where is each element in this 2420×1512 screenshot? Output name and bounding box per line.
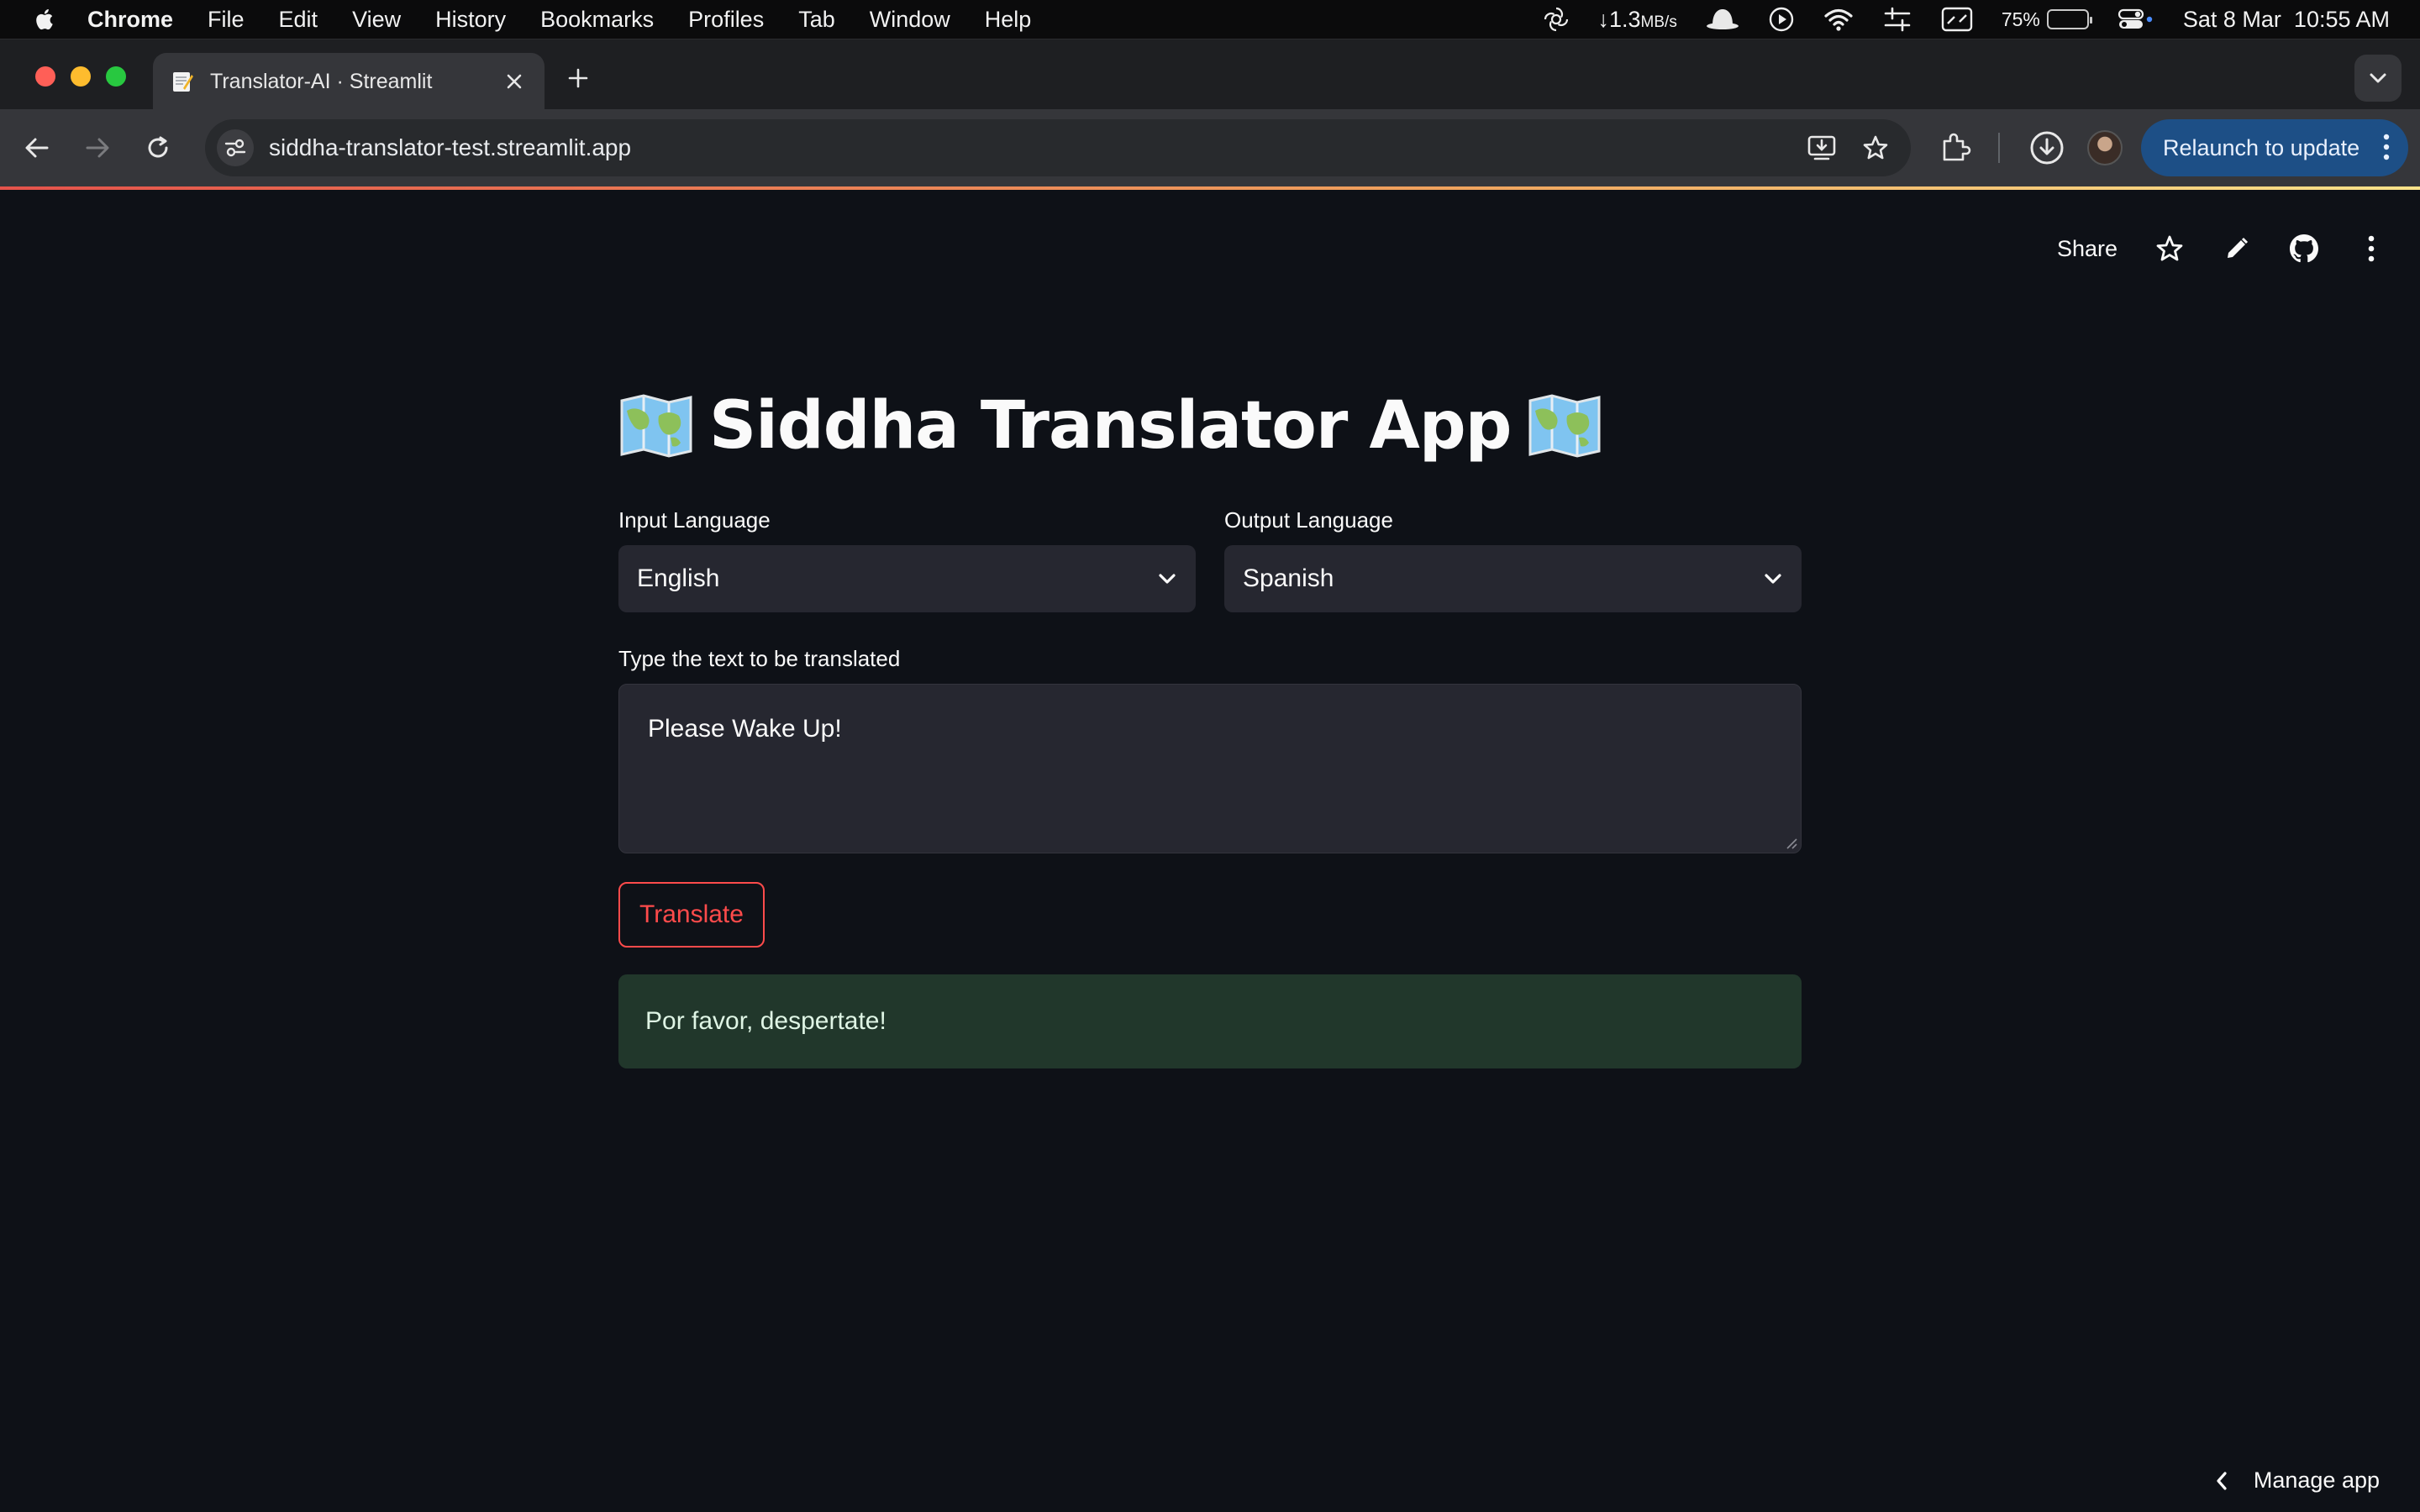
text-input-group: Type the text to be translated Please Wa…: [618, 646, 1802, 853]
edit-pencil-icon[interactable]: [2222, 234, 2252, 264]
wifi-icon[interactable]: [1823, 8, 1854, 31]
battery-icon: [2046, 9, 2092, 29]
manage-app-label: Manage app: [2253, 1467, 2380, 1493]
chevron-down-icon: [1765, 574, 1781, 584]
resize-handle-icon[interactable]: [1784, 836, 1797, 849]
world-map-icon: [1528, 394, 1600, 458]
browser-tab-strip: Translator-AI · Streamlit: [0, 39, 2420, 110]
network-speed: ↓1.3MB/s: [1598, 7, 1677, 33]
output-language-select[interactable]: Spanish: [1224, 545, 1802, 612]
menu-profiles[interactable]: Profiles: [688, 7, 764, 33]
app-title-text: Siddha Translator App: [709, 388, 1512, 464]
share-button[interactable]: Share: [2057, 236, 2118, 262]
menu-file[interactable]: File: [208, 7, 245, 33]
translation-result: Por favor, despertate!: [618, 974, 1802, 1068]
browser-toolbar: siddha-translator-test.streamlit.app Rel…: [0, 109, 2420, 186]
menu-bookmarks[interactable]: Bookmarks: [540, 7, 654, 33]
chevron-left-icon: [2217, 1471, 2227, 1490]
close-tab-icon[interactable]: [502, 70, 526, 93]
menu-edit[interactable]: Edit: [279, 7, 318, 33]
battery-percent: 75%: [2001, 8, 2040, 30]
downloads-icon[interactable]: [2028, 126, 2065, 170]
network-speed-value: ↓1.3: [1597, 6, 1641, 32]
input-language-value: English: [637, 564, 720, 592]
close-window-button[interactable]: [35, 66, 55, 87]
menu-window[interactable]: Window: [870, 7, 950, 33]
network-speed-unit: MB/s: [1640, 13, 1677, 31]
main-content: Siddha Translator App Input Language Eng…: [618, 380, 1802, 1068]
input-language-group: Input Language English: [618, 507, 1196, 612]
toolbar-divider: [1998, 133, 2000, 163]
tab-title: Translator-AI · Streamlit: [210, 69, 433, 93]
zoom-window-button[interactable]: [106, 66, 126, 87]
url-text[interactable]: siddha-translator-test.streamlit.app: [269, 134, 1803, 161]
menu-history[interactable]: History: [435, 7, 506, 33]
menu-view[interactable]: View: [352, 7, 401, 33]
address-bar[interactable]: siddha-translator-test.streamlit.app: [205, 119, 1911, 176]
forward-arrow-icon[interactable]: [81, 131, 114, 165]
star-icon[interactable]: [2154, 234, 2185, 264]
memo-favicon-icon: [170, 69, 195, 94]
tab-search-chevron-icon[interactable]: [2354, 55, 2402, 102]
apple-logo-icon[interactable]: [34, 8, 54, 31]
input-language-select[interactable]: English: [618, 545, 1196, 612]
menu-app-name[interactable]: Chrome: [87, 7, 173, 33]
bookmark-star-icon[interactable]: [1857, 129, 1894, 166]
back-arrow-icon[interactable]: [20, 131, 54, 165]
output-language-value: Spanish: [1243, 564, 1334, 592]
avatar: [2087, 130, 2123, 165]
minimize-window-button[interactable]: [71, 66, 91, 87]
new-tab-plus-icon[interactable]: [565, 65, 592, 92]
screen-mirroring-icon[interactable]: [1941, 7, 1973, 32]
world-map-icon: [620, 394, 692, 458]
menubar-clock[interactable]: Sat 8 Mar 10:55 AM: [2183, 7, 2390, 33]
sliders-icon[interactable]: [1882, 6, 1912, 33]
menu-tab[interactable]: Tab: [798, 7, 835, 33]
github-icon[interactable]: [2289, 234, 2319, 264]
hat-icon[interactable]: [1706, 7, 1739, 32]
relaunch-to-update-button[interactable]: Relaunch to update: [2141, 119, 2408, 176]
window-controls: [35, 66, 126, 87]
more-vertical-icon[interactable]: [2383, 133, 2390, 167]
streamlit-app: Share Siddha Translator App Input Langua…: [0, 190, 2420, 1512]
translation-result-text: Por favor, despertate!: [645, 1007, 886, 1035]
menu-help[interactable]: Help: [985, 7, 1032, 33]
translate-button[interactable]: Translate: [618, 882, 765, 948]
streamlit-header: Share: [2057, 190, 2420, 307]
profile-avatar[interactable]: [2087, 126, 2123, 170]
output-language-group: Output Language Spanish: [1224, 507, 1802, 612]
relaunch-label: Relaunch to update: [2163, 134, 2360, 160]
more-vertical-icon[interactable]: [2356, 234, 2386, 264]
battery-status[interactable]: 75%: [2001, 8, 2092, 31]
play-circle-icon[interactable]: [1768, 6, 1795, 33]
text-input-value: Please Wake Up!: [648, 715, 842, 743]
page-title: Siddha Translator App: [618, 380, 1802, 472]
chevron-down-icon: [1159, 574, 1176, 584]
macos-menu-bar: Chrome File Edit View History Bookmarks …: [0, 0, 2420, 39]
browser-tab-active[interactable]: Translator-AI · Streamlit: [153, 53, 544, 110]
openai-icon[interactable]: [1543, 6, 1570, 33]
input-language-label: Input Language: [618, 507, 771, 533]
output-language-label: Output Language: [1224, 507, 1393, 533]
manage-app-button[interactable]: Manage app: [2215, 1467, 2380, 1494]
language-selectors: Input Language English Output Language S…: [618, 507, 1802, 612]
reload-icon[interactable]: [141, 131, 175, 165]
text-input-area[interactable]: Please Wake Up!: [618, 684, 1802, 853]
text-input-label: Type the text to be translated: [618, 646, 901, 671]
control-center-icon[interactable]: [2118, 8, 2154, 31]
extensions-icon[interactable]: [1938, 126, 1971, 170]
site-settings-icon[interactable]: [217, 129, 254, 166]
install-app-icon[interactable]: [1803, 129, 1840, 166]
